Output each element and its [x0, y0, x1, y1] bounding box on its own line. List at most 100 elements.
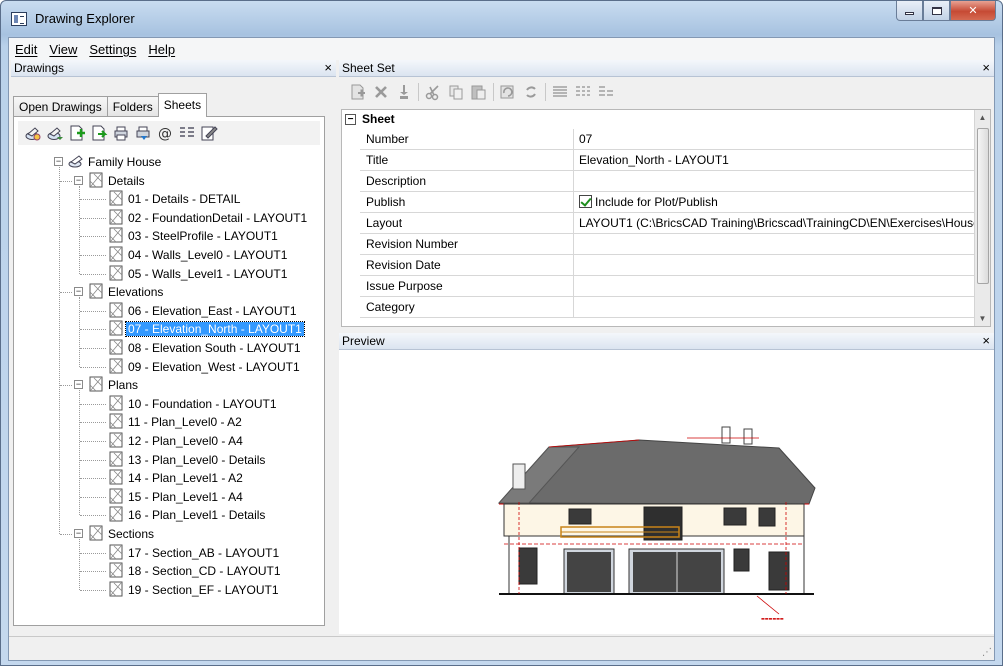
publish-pdf-icon[interactable] [134, 124, 152, 142]
tree-sheet-item[interactable]: 17 - Section_AB - LAYOUT1 [126, 544, 281, 562]
property-value[interactable] [574, 255, 990, 275]
tab-sheets[interactable]: Sheets [157, 93, 208, 117]
edit-icon[interactable] [200, 124, 218, 142]
tree-group-details[interactable]: Details [106, 172, 147, 190]
cut-icon[interactable] [424, 83, 442, 101]
minimize-button[interactable] [896, 1, 923, 21]
toolbar-separator [493, 83, 494, 101]
delete-icon[interactable] [372, 83, 390, 101]
tree-sheet-item[interactable]: 15 - Plan_Level1 - A4 [126, 488, 245, 506]
email-icon[interactable]: @ [156, 124, 174, 142]
paste-icon[interactable] [470, 83, 488, 101]
tree-sheet-item[interactable]: 06 - Elevation_East - LAYOUT1 [126, 302, 299, 320]
refresh-icon[interactable] [499, 83, 517, 101]
add-sheet-icon[interactable] [68, 124, 86, 142]
tree-sheet-item[interactable]: 05 - Walls_Level1 - LAYOUT1 [126, 265, 289, 283]
tree-sheet-item[interactable]: 14 - Plan_Level1 - A2 [126, 469, 245, 487]
property-value[interactable]: Elevation_North - LAYOUT1 [574, 150, 990, 170]
copy-icon[interactable] [447, 83, 465, 101]
property-value[interactable]: LAYOUT1 (C:\BricsCAD Training\Bricscad\T… [574, 213, 990, 233]
selected-sheet-label: 07 - Elevation_North - LAYOUT1 [125, 321, 305, 338]
tree-sheet-item[interactable]: 11 - Plan_Level0 - A2 [126, 413, 244, 431]
tree-sheet-item[interactable]: 18 - Section_CD - LAYOUT1 [126, 562, 283, 580]
property-row-publish[interactable]: Publish Include for Plot/Publish [360, 192, 990, 213]
tree-group-elevations[interactable]: Elevations [106, 283, 165, 301]
sheet-label: 08 - Elevation South - LAYOUT1 [128, 341, 301, 355]
tree-sheet-item[interactable]: 01 - Details - DETAIL [126, 190, 242, 208]
tree-sheet-item[interactable]: 07 - Elevation_North - LAYOUT1 [125, 320, 305, 338]
resize-grip-icon[interactable]: ⋰ [982, 647, 992, 658]
close-window-button[interactable]: ✕ [950, 1, 996, 21]
properties-scrollbar[interactable]: ▲ ▼ [974, 110, 990, 326]
tree-sheet-item[interactable]: 19 - Section_EF - LAYOUT1 [126, 581, 281, 599]
property-value[interactable] [574, 276, 990, 296]
tree-sheet-item[interactable]: 13 - Plan_Level0 - Details [126, 451, 267, 469]
title-bar: Drawing Explorer ✕ [1, 1, 1002, 37]
property-row-layout[interactable]: Layout LAYOUT1 (C:\BricsCAD Training\Bric… [360, 213, 990, 234]
property-row-number[interactable]: Number 07 [360, 129, 990, 150]
tree-sheet-item[interactable]: 09 - Elevation_West - LAYOUT1 [126, 358, 302, 376]
open-sheet-set-icon[interactable] [46, 124, 64, 142]
menu-view[interactable]: View [49, 42, 77, 57]
tree-group-sections[interactable]: Sections [106, 525, 156, 543]
property-value[interactable] [574, 297, 990, 317]
property-row-category[interactable]: Category [360, 297, 990, 318]
tab-open-drawings[interactable]: Open Drawings [13, 96, 108, 117]
properties-icon[interactable] [178, 124, 196, 142]
tree-root[interactable]: Family House [86, 153, 163, 171]
scroll-up-icon[interactable]: ▲ [975, 110, 990, 125]
drawings-panel-header: Drawings × [11, 60, 336, 77]
scroll-down-icon[interactable]: ▼ [975, 311, 990, 326]
new-sheet-icon[interactable] [349, 83, 367, 101]
details-view-icon[interactable] [574, 83, 592, 101]
collapse-node-icon[interactable]: − [54, 157, 63, 166]
maximize-button[interactable] [923, 1, 950, 21]
publish-checkbox[interactable] [579, 195, 592, 208]
sheet-set-panel-close-button[interactable]: × [982, 60, 990, 76]
tree-connector [80, 459, 106, 461]
new-sheet-set-icon[interactable] [24, 124, 42, 142]
list-view-icon[interactable] [551, 83, 569, 101]
property-row-title[interactable]: Title Elevation_North - LAYOUT1 [360, 150, 990, 171]
property-value[interactable] [574, 234, 990, 254]
menu-settings[interactable]: Settings [89, 42, 136, 57]
sheet-icon [109, 488, 123, 504]
property-value[interactable]: Include for Plot/Publish [574, 192, 990, 212]
sheet-set-panel: Sheet Set × − Sheet Number 07 Title Elev… [339, 60, 994, 330]
tree-sheet-item[interactable]: 10 - Foundation - LAYOUT1 [126, 395, 279, 413]
property-row-description[interactable]: Description [360, 171, 990, 192]
tree-sheet-item[interactable]: 08 - Elevation South - LAYOUT1 [126, 339, 303, 357]
property-row-issue-purpose[interactable]: Issue Purpose [360, 276, 990, 297]
collapse-node-icon[interactable]: − [74, 380, 83, 390]
menu-help[interactable]: Help [148, 42, 175, 57]
property-row-revision-number[interactable]: Revision Number [360, 234, 990, 255]
tree-sheet-item[interactable]: 04 - Walls_Level0 - LAYOUT1 [126, 246, 289, 264]
property-name: Revision Number [360, 234, 574, 254]
tree-sheet-item[interactable]: 16 - Plan_Level1 - Details [126, 506, 267, 524]
drawings-tabs: Open Drawings Folders Sheets [13, 93, 208, 117]
property-value[interactable] [574, 171, 990, 191]
collapse-node-icon[interactable]: − [74, 529, 83, 538]
drawings-panel-close-button[interactable]: × [324, 60, 332, 76]
scrollbar-thumb[interactable] [977, 128, 989, 284]
collapse-node-icon[interactable]: − [74, 287, 83, 297]
collapse-node-icon[interactable]: − [74, 175, 83, 185]
preview-panel-close-button[interactable]: × [982, 333, 990, 349]
property-row-revision-date[interactable]: Revision Date [360, 255, 990, 276]
tree-sheet-item[interactable]: 03 - SteelProfile - LAYOUT1 [126, 227, 280, 245]
menu-edit[interactable]: Edit [15, 42, 37, 57]
tree-view-icon[interactable] [597, 83, 615, 101]
sync-icon[interactable] [522, 83, 540, 101]
sheet-label: 06 - Elevation_East - LAYOUT1 [128, 303, 297, 318]
publish-icon[interactable] [112, 124, 130, 142]
sheet-section-header[interactable]: − Sheet [342, 110, 982, 129]
collapse-icon[interactable]: − [345, 114, 356, 125]
pin-icon[interactable] [395, 83, 413, 101]
tree-sheet-item[interactable]: 12 - Plan_Level0 - A4 [126, 432, 245, 450]
tree-sheet-item[interactable]: 02 - FoundationDetail - LAYOUT1 [126, 209, 309, 227]
property-name: Revision Date [360, 255, 574, 275]
import-layout-icon[interactable] [90, 124, 108, 142]
tree-group-plans[interactable]: Plans [106, 376, 140, 394]
property-value[interactable]: 07 [574, 129, 990, 149]
tab-folders[interactable]: Folders [106, 96, 159, 117]
